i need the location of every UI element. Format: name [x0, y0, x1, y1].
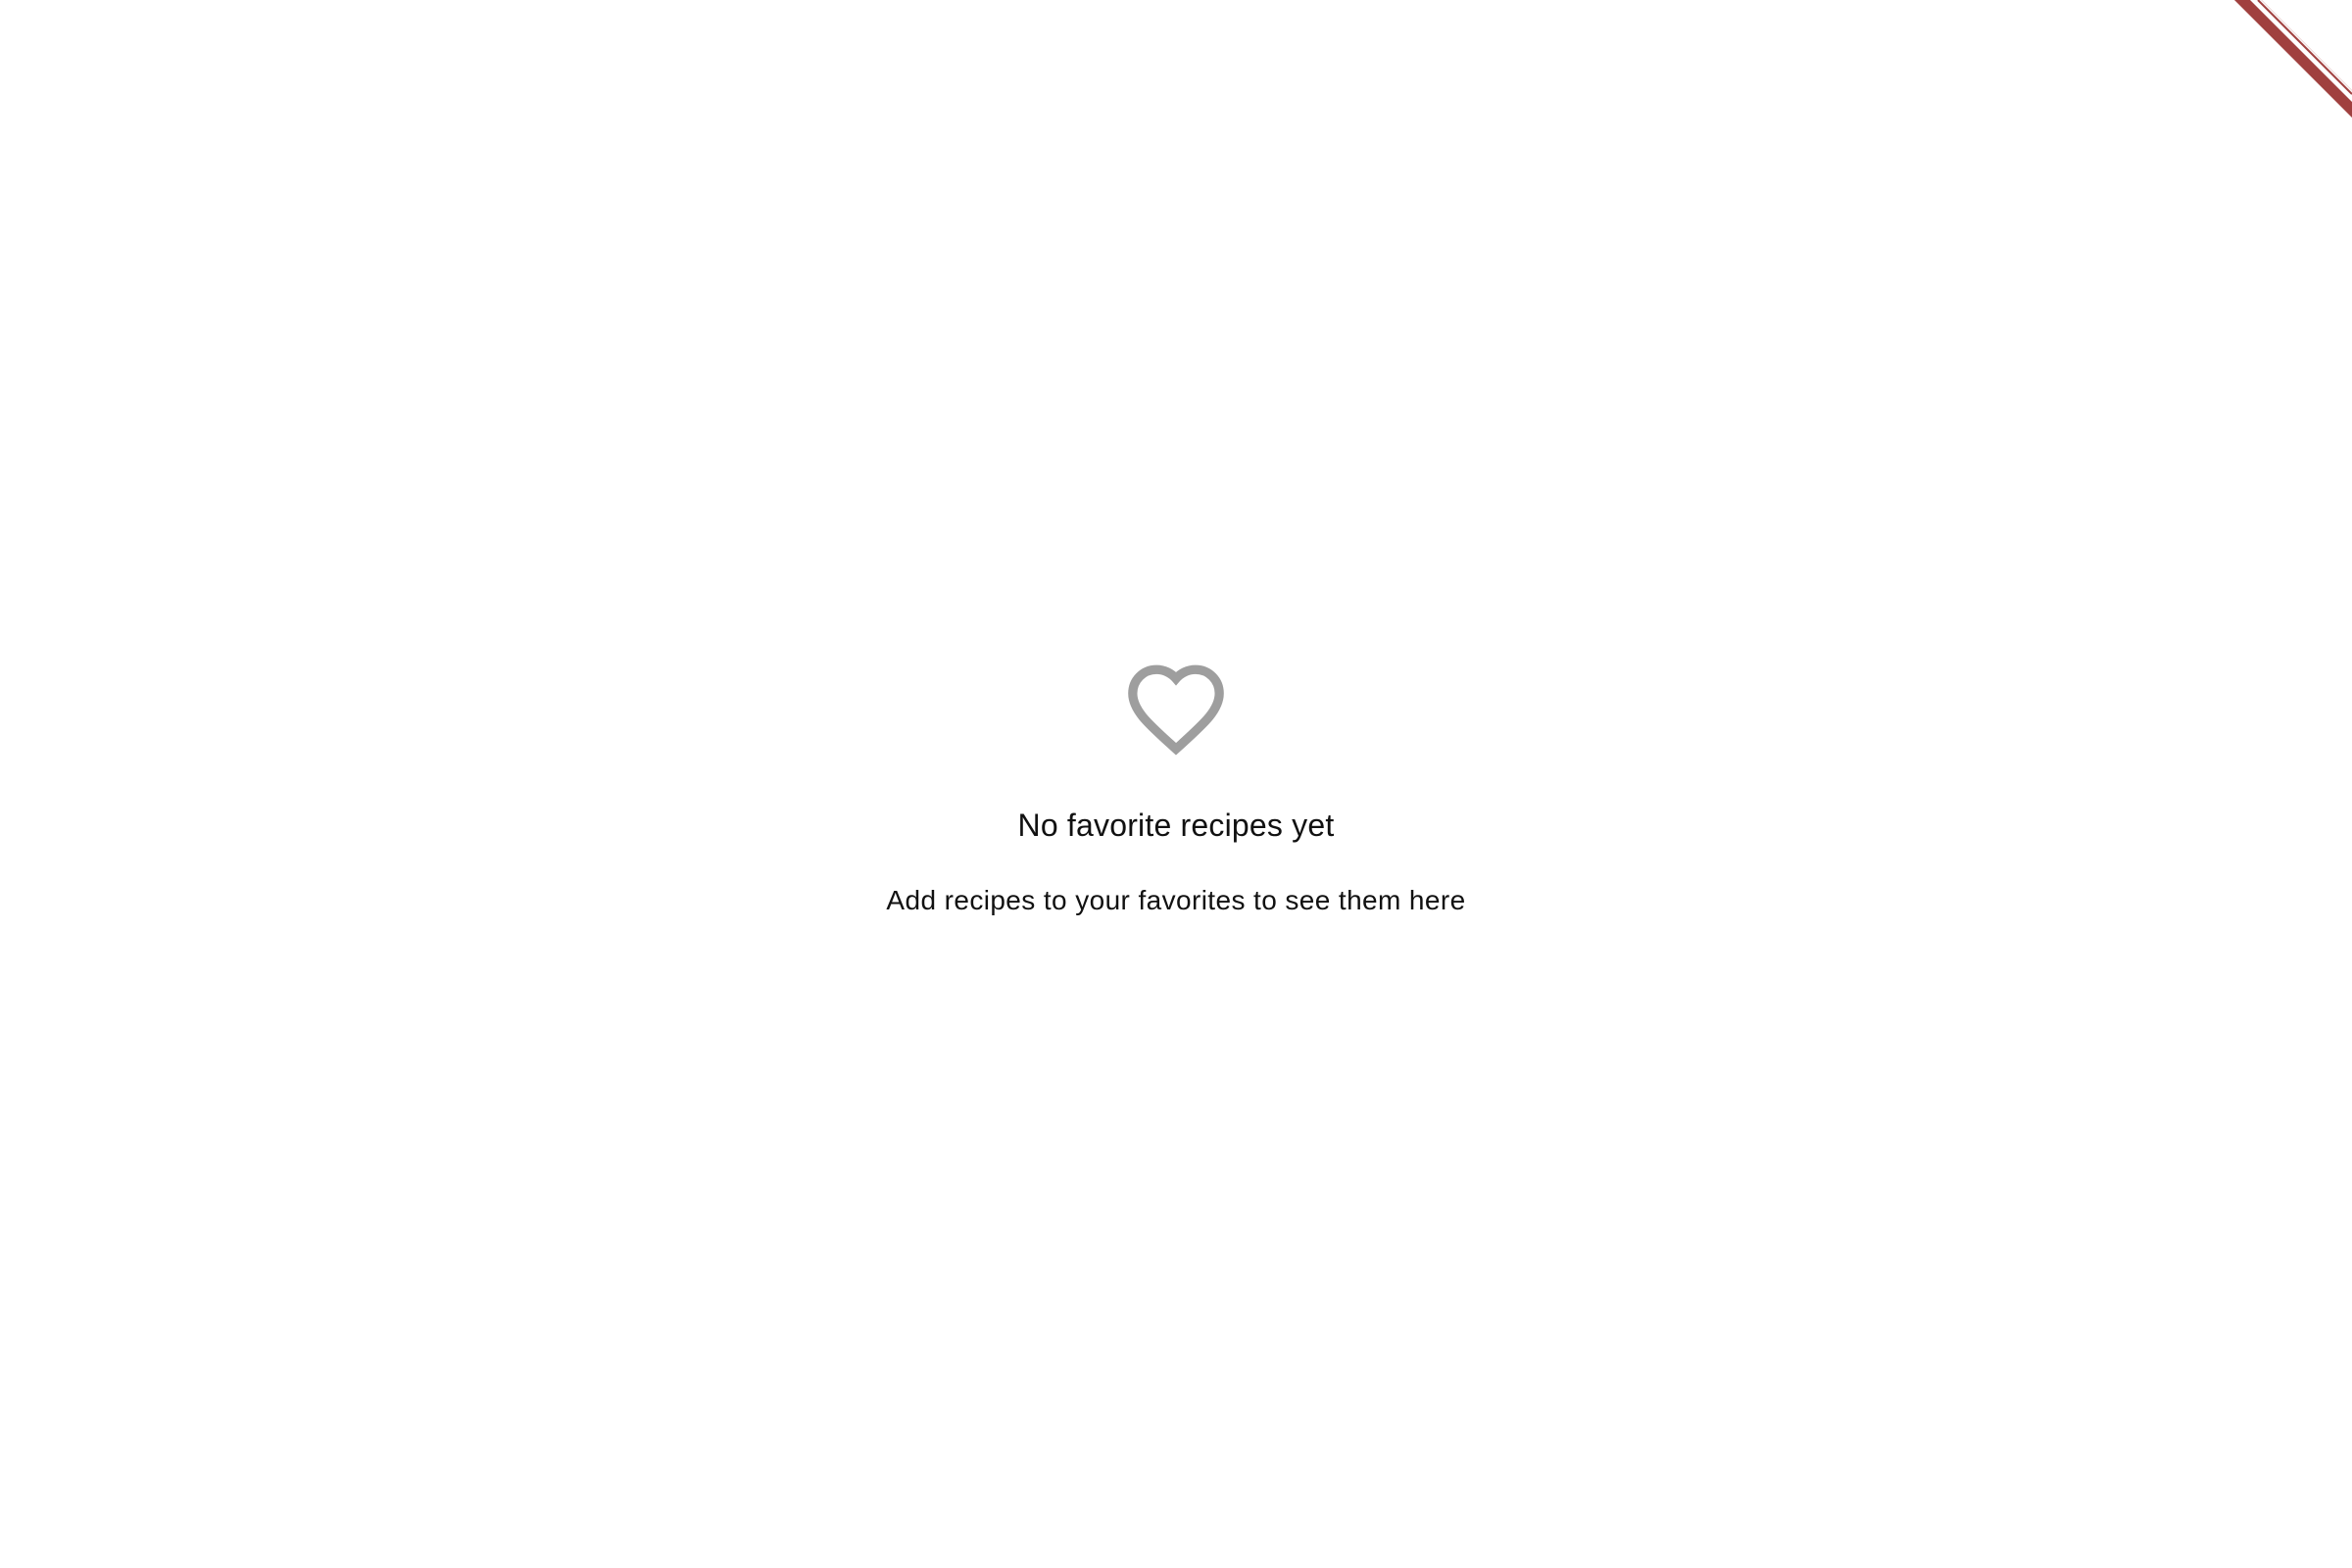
empty-state-subtitle: Add recipes to your favorites to see the… — [886, 885, 1466, 915]
empty-state-title: No favorite recipes yet — [1017, 808, 1335, 843]
heart-outline-icon — [1120, 657, 1232, 760]
favorites-page: No favorite recipes yet Add recipes to y… — [0, 0, 2352, 1568]
empty-favorites-state: No favorite recipes yet Add recipes to y… — [0, 0, 2352, 1568]
